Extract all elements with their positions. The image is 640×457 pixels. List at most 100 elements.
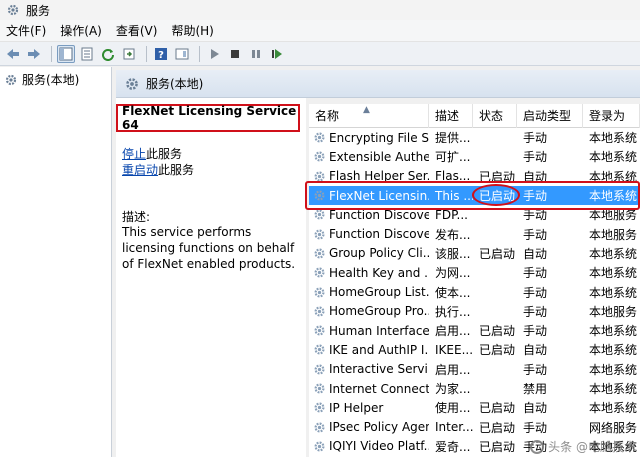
cell-log-on-as: 本地系统 [589,343,638,358]
cell-description: 执行... [435,304,471,319]
restart-service-link[interactable]: 重启动 [122,163,158,177]
table-row[interactable]: Group Policy Cli... 该服... 已启动 自动 本地系统 [309,244,640,263]
table-row[interactable]: IP Helper 使用... 已启动 自动 本地系统 [309,398,640,417]
cell-startup-type: 手动 [523,324,548,339]
back-button[interactable] [4,45,22,63]
forward-button[interactable] [25,45,43,63]
cell-name: Flash Helper Ser... [309,169,429,183]
window-title: 服务 [26,3,51,18]
services-icon [126,77,138,90]
column-header-description[interactable]: 描述 [429,104,473,128]
back-arrow-icon [7,48,19,59]
table-row[interactable]: Internet Connect... 为家... 禁用 本地系统 [309,379,640,398]
cell-name: Function Discove... [309,227,429,241]
stop-service-link[interactable]: 停止 [122,147,146,161]
start-service-button[interactable] [205,45,223,63]
stop-icon [231,49,239,58]
tree-item-services-local[interactable]: 服务(本地) [0,67,111,92]
service-gear-icon [314,132,325,143]
service-gear-icon [314,267,325,278]
service-gear-icon [314,422,325,433]
column-header-name[interactable]: ▲ 名称 [309,104,429,128]
cell-log-on-as: 本地系统 [589,362,638,377]
table-row[interactable]: HomeGroup Pro... 执行... 手动 本地服务 [309,302,640,321]
cell-startup-type: 手动 [523,150,548,165]
menu-file[interactable]: 文件(F) [6,22,46,39]
watermark: 头条 @电脑技术 [530,438,636,455]
cell-description: 可扩... [435,150,471,165]
table-row[interactable]: Encrypting File S... 提供... 手动 本地系统 [309,128,640,147]
service-gear-icon [314,229,325,240]
pause-service-button[interactable] [247,45,265,63]
service-gear-icon [314,287,325,298]
help-icon: ? [155,47,167,61]
table-row[interactable]: Function Discove... FDP... 手动 本地服务 [309,205,640,224]
cell-log-on-as: 本地服务 [589,227,638,242]
restart-suffix: 此服务 [158,163,195,177]
table-row[interactable]: Function Discove... 发布... 手动 本地服务 [309,224,640,243]
service-gear-icon [314,151,325,162]
cell-log-on-as: 本地系统 [589,285,638,300]
description-label: 描述: [122,210,151,224]
table-row[interactable]: Interactive Servi... 启用... 手动 本地系统 [309,360,640,379]
cell-log-on-as: 本地系统 [589,266,638,281]
cell-description: 提供... [435,131,471,146]
cell-description: 爱奇... [435,439,471,454]
menu-help[interactable]: 帮助(H) [171,22,213,39]
table-row[interactable]: Human Interface... 启用... 已启动手动 本地系统 [309,321,640,340]
table-row[interactable]: FlexNet Licensin... This ... 已启动 手动 本地系统 [309,185,640,206]
cell-name: HomeGroup List... [309,285,429,299]
menu-view[interactable]: 查看(V) [116,22,158,39]
watermark-logo-icon [530,439,545,454]
restart-service-button[interactable] [268,45,286,63]
cell-status: 已启动 [479,324,516,339]
services-icon [7,4,19,16]
cell-name: IKE and AuthIP I... [309,343,429,357]
cell-description: Flas... [435,169,471,184]
column-header-log-on-as[interactable]: 登录为 [583,104,640,128]
console-tree: 服务(本地) [0,67,112,457]
column-header-row: ▲ 名称 描述 状态 启动类型 登录为 [309,104,640,128]
cell-description: IKEE... [435,342,473,357]
pause-icon [252,49,260,58]
service-gear-icon [314,441,325,452]
column-header-status[interactable]: 状态 [473,104,517,128]
table-row[interactable]: HomeGroup List... 使本... 手动 本地系统 [309,282,640,301]
help-button[interactable]: ? [152,45,170,63]
cell-log-on-as: 本地服务 [589,208,638,223]
refresh-button[interactable] [99,45,117,63]
export-list-button[interactable] [120,45,138,63]
main-header-label: 服务(本地) [146,77,204,91]
cell-name: Encrypting File S... [309,131,429,145]
table-row[interactable]: Flash Helper Ser... Flas... 已启动 自动 本地系统 [309,167,640,186]
table-row[interactable]: IPsec Policy Agent Inter... 已启动 手动 网络服务 [309,417,640,436]
cell-log-on-as: 本地系统 [589,324,638,339]
show-hide-tree-button[interactable] [57,44,75,63]
cell-name: IQIYI Video Platf... [309,439,429,453]
cell-description: 发布... [435,227,471,242]
service-gear-icon [314,171,325,182]
cell-name: Group Policy Cli... [309,246,429,260]
menu-action[interactable]: 操作(A) [60,22,102,39]
cell-log-on-as: 本地系统 [589,189,638,204]
cell-status: 已启动 [479,343,516,358]
service-gear-icon [314,248,325,259]
table-row[interactable]: Extensible Authe... 可扩... 手动 本地系统 [309,147,640,166]
stop-service-button[interactable] [226,45,244,63]
cell-status: 已启动 [479,169,516,184]
play-icon [211,48,219,59]
cell-log-on-as: 本地服务 [589,304,638,319]
service-gear-icon [314,364,325,375]
cell-status: 已启动 [479,189,516,204]
view-button[interactable] [173,45,191,63]
table-row[interactable]: Health Key and ... 为网... 手动 本地系统 [309,263,640,282]
toolbar-separator [146,45,147,62]
table-row[interactable]: IKE and AuthIP I... IKEE... 已启动 自动 本地系统 [309,340,640,359]
cell-log-on-as: 本地系统 [589,382,638,396]
properties-button[interactable] [78,45,96,63]
column-header-startup-type[interactable]: 启动类型 [517,104,583,128]
table-body: Encrypting File S...提供...手动本地系统Extensibl… [309,128,640,456]
cell-startup-type: 自动 [523,246,548,261]
service-gear-icon [314,209,325,220]
cell-log-on-as: 本地系统 [589,401,638,416]
